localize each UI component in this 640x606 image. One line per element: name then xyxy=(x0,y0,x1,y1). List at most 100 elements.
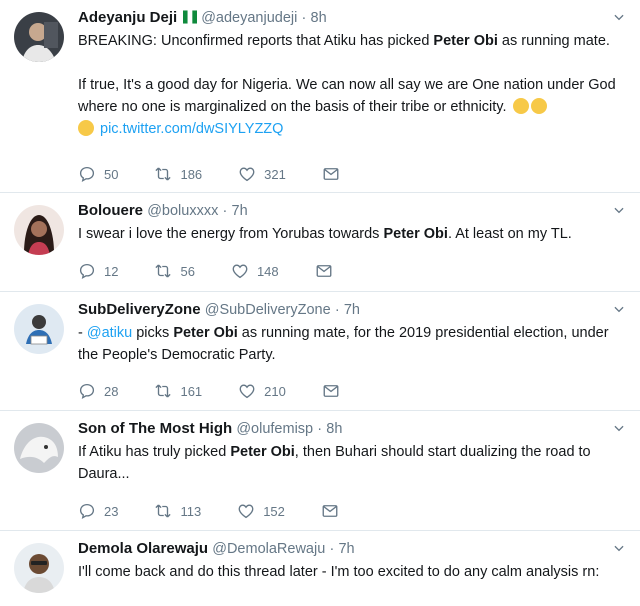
tweet-text-segment: - xyxy=(78,325,87,341)
user-handle[interactable]: @boluxxxx xyxy=(147,203,218,219)
tweet-text-segment: I swear i love the energy from Yorubas t… xyxy=(78,226,384,242)
timestamp[interactable]: 7h xyxy=(344,302,360,318)
tweet-text-bold: Peter Obi xyxy=(230,444,295,460)
retweet-button[interactable]: 186 xyxy=(154,165,202,183)
timestamp[interactable]: 7h xyxy=(338,541,354,557)
tweet-text-segment: as running mate. xyxy=(497,33,610,49)
like-button[interactable]: 148 xyxy=(231,262,279,280)
separator-dot: · xyxy=(317,421,323,437)
display-name[interactable]: Demola Olarewaju xyxy=(78,540,208,557)
tweet-text-segment: picks xyxy=(132,325,174,341)
like-button[interactable]: 152 xyxy=(237,502,285,520)
tweet-header: Son of The Most High @olufemisp · 8h xyxy=(78,419,600,439)
user-handle[interactable]: @DemolaRewaju xyxy=(212,541,325,557)
timestamp[interactable]: 7h xyxy=(232,203,248,219)
reply-count: 12 xyxy=(104,263,119,279)
reply-button[interactable]: 28 xyxy=(78,382,118,400)
reply-count: 23 xyxy=(104,503,119,519)
fist-emoji-icon xyxy=(530,98,547,114)
tweet-actions: 28 161 210 xyxy=(78,381,348,401)
fist-emoji-icon xyxy=(78,120,94,136)
display-name[interactable]: SubDeliveryZone xyxy=(78,301,201,318)
chevron-down-icon[interactable] xyxy=(612,302,626,316)
timestamp[interactable]: 8h xyxy=(326,421,342,437)
avatar[interactable] xyxy=(14,423,64,473)
display-name[interactable]: Son of The Most High xyxy=(78,420,232,437)
media-link[interactable]: pic.twitter.com/dwSIYLYZZQ xyxy=(100,121,283,137)
tweet-text-segment: I'll come back and do this thread later … xyxy=(78,564,600,580)
reply-count: 50 xyxy=(104,166,119,182)
tweet-text: BREAKING: Unconfirmed reports that Atiku… xyxy=(78,30,628,140)
like-button[interactable]: 210 xyxy=(238,382,286,400)
heart-icon xyxy=(238,165,256,183)
tweet-header: Demola Olarewaju @DemolaRewaju · 7h xyxy=(78,539,600,559)
reply-button[interactable]: 50 xyxy=(78,165,118,183)
direct-message-button[interactable] xyxy=(322,165,348,183)
tweet[interactable]: Demola Olarewaju @DemolaRewaju · 7h I'll… xyxy=(0,531,640,606)
heart-icon xyxy=(238,382,256,400)
tweet-actions: 23 113 152 xyxy=(78,501,347,521)
retweet-button[interactable]: 113 xyxy=(154,502,201,520)
direct-message-button[interactable] xyxy=(321,502,347,520)
reply-button[interactable]: 23 xyxy=(78,502,118,520)
like-count: 321 xyxy=(264,166,286,182)
envelope-icon xyxy=(322,382,340,400)
avatar[interactable] xyxy=(14,304,64,354)
separator-dot: · xyxy=(329,541,335,557)
direct-message-button[interactable] xyxy=(315,262,341,280)
separator-dot: · xyxy=(334,302,340,318)
chevron-down-icon[interactable] xyxy=(612,203,626,217)
chevron-down-icon[interactable] xyxy=(612,541,626,555)
tweet-header: Adeyanju Deji @adeyanjudeji · 8h xyxy=(78,8,600,30)
tweet[interactable]: Bolouere @boluxxxx · 7h I swear i love t… xyxy=(0,193,640,292)
chevron-down-icon[interactable] xyxy=(612,10,626,24)
mention-link[interactable]: @atiku xyxy=(87,325,132,341)
separator-dot: · xyxy=(222,203,228,219)
direct-message-button[interactable] xyxy=(322,382,348,400)
reply-button[interactable]: 12 xyxy=(78,262,118,280)
tweet-text: - @atiku picks Peter Obi as running mate… xyxy=(78,322,628,366)
user-handle[interactable]: @adeyanjudeji xyxy=(201,10,297,26)
retweet-count: 161 xyxy=(180,383,203,399)
tweet-text: If Atiku has truly picked Peter Obi, the… xyxy=(78,441,628,485)
tweet[interactable]: SubDeliveryZone @SubDeliveryZone · 7h - … xyxy=(0,292,640,411)
like-count: 148 xyxy=(256,263,279,279)
tweet-text-bold: Peter Obi xyxy=(433,33,498,49)
reply-icon xyxy=(78,382,96,400)
tweet-actions: 12 56 148 xyxy=(78,261,341,281)
tweet-text: I'll come back and do this thread later … xyxy=(78,561,628,583)
tweet-header: SubDeliveryZone @SubDeliveryZone · 7h xyxy=(78,300,600,320)
tweet-header: Bolouere @boluxxxx · 7h xyxy=(78,201,600,221)
tweet[interactable]: Son of The Most High @olufemisp · 8h If … xyxy=(0,411,640,531)
timestamp[interactable]: 8h xyxy=(311,10,327,26)
avatar[interactable] xyxy=(14,12,64,62)
retweet-icon xyxy=(154,382,172,400)
display-name[interactable]: Adeyanju Deji xyxy=(78,9,177,26)
retweet-icon xyxy=(154,502,172,520)
display-name[interactable]: Bolouere xyxy=(78,202,143,219)
tweet-text: I swear i love the energy from Yorubas t… xyxy=(78,223,628,245)
tweet-text-segment: If Atiku has truly picked xyxy=(78,444,231,460)
retweet-count: 56 xyxy=(180,263,195,279)
retweet-count: 113 xyxy=(180,503,202,519)
reply-count: 28 xyxy=(104,383,119,399)
retweet-count: 186 xyxy=(180,166,203,182)
retweet-button[interactable]: 161 xyxy=(154,382,202,400)
like-count: 152 xyxy=(263,503,285,519)
tweet[interactable]: Adeyanju Deji @adeyanjudeji · 8h BREAKING… xyxy=(0,0,640,193)
tweet-text-bold: Peter Obi xyxy=(383,226,448,242)
like-button[interactable]: 321 xyxy=(238,165,286,183)
retweet-icon xyxy=(154,262,172,280)
envelope-icon xyxy=(322,165,340,183)
avatar[interactable] xyxy=(14,205,64,255)
reply-icon xyxy=(78,262,96,280)
retweet-button[interactable]: 56 xyxy=(154,262,195,280)
avatar[interactable] xyxy=(14,543,64,593)
reply-icon xyxy=(78,502,96,520)
tweet-actions: 50 186 321 xyxy=(78,164,348,184)
like-count: 210 xyxy=(264,383,286,399)
user-handle[interactable]: @SubDeliveryZone xyxy=(205,302,331,318)
chevron-down-icon[interactable] xyxy=(612,421,626,435)
user-handle[interactable]: @olufemisp xyxy=(236,421,313,437)
separator-dot: · xyxy=(301,10,307,26)
